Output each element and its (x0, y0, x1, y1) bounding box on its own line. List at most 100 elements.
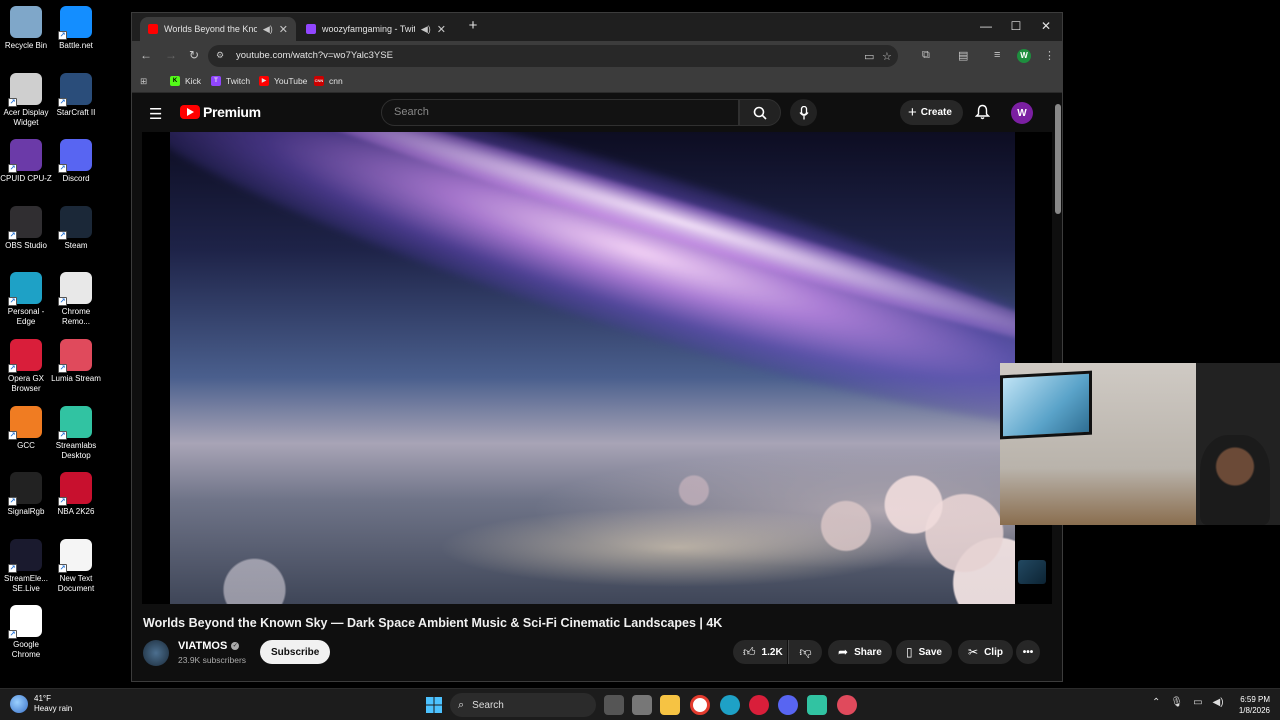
lumia-taskbar-icon[interactable] (837, 695, 857, 715)
scrollbar-thumb[interactable] (1055, 104, 1061, 214)
like-button[interactable]: 👍︎ 1.2K (733, 640, 787, 664)
weather-widget[interactable]: 41°F Heavy rain (10, 694, 72, 714)
desktop-icon[interactable]: ↗ Opera GX Browser (0, 339, 52, 394)
bookmark-twitch[interactable]: T Twitch (211, 76, 250, 86)
speaker-icon[interactable]: ◀) (263, 24, 273, 35)
bookmark-youtube[interactable]: ▶ YouTube (259, 76, 307, 86)
create-button[interactable]: + Create (900, 100, 963, 125)
desktop-icon[interactable]: ↗ New Text Document (50, 538, 102, 594)
desktop-icon[interactable]: ↗ OBS Studio (0, 205, 52, 251)
back-button[interactable]: ← (138, 48, 154, 62)
maximize-button[interactable]: ☐ (1001, 19, 1031, 33)
minimize-button[interactable]: — (971, 19, 1001, 33)
close-tab-icon[interactable]: ✕ (437, 23, 446, 36)
gcc-icon: ↗ (8, 405, 42, 440)
more-actions-button[interactable]: ••• (1016, 640, 1040, 664)
desktop-icon-label: Chrome Remo... (61, 307, 91, 327)
subscribe-button[interactable]: Subscribe (260, 640, 331, 664)
scissors-icon: ✂ (968, 645, 979, 659)
desktop-icon[interactable]: ↗ CPUID CPU-Z (0, 139, 52, 184)
desktop-icon[interactable]: ↗ Chrome Remo... (50, 272, 102, 327)
tab-youtube[interactable]: Worlds Beyond the Known ◀) ✕ (140, 17, 296, 41)
search-box[interactable] (381, 99, 739, 126)
media-control-icon[interactable]: ≡ (994, 49, 1000, 61)
widgets-icon[interactable] (632, 695, 652, 715)
shortcut-arrow-icon: ↗ (58, 31, 67, 40)
clock[interactable]: 6:59 PM 1/8/2026 (1228, 694, 1270, 716)
dislike-button[interactable]: 👎︎ (788, 640, 822, 664)
desktop-icon[interactable]: ↗ Battle.net (50, 6, 102, 51)
desktop-icon[interactable]: ↗ SignalRgb (0, 472, 52, 517)
desktop-icon[interactable]: ↗ StarCraft II (50, 72, 102, 118)
new-tab-button[interactable]: + (458, 17, 488, 34)
channel-watermark[interactable] (1018, 560, 1046, 584)
desktop-icon[interactable]: Recycle Bin (0, 6, 52, 51)
chrome-taskbar-icon[interactable] (690, 695, 710, 715)
desktop-icon[interactable]: ↗ NBA 2K26 (50, 472, 102, 517)
site-info-icon[interactable]: ⚙ (216, 50, 224, 61)
streamlabs-taskbar-icon[interactable] (807, 695, 827, 715)
extensions-icon[interactable]: ⧉ (922, 49, 930, 62)
share-label: Share (854, 646, 882, 658)
menu-kebab-icon[interactable]: ⋮ (1044, 49, 1055, 62)
apps-grid-icon[interactable]: ⊞ (140, 76, 147, 87)
tray-chevron-icon[interactable]: ⌃ (1152, 697, 1160, 708)
share-button[interactable]: ➦ Share (828, 640, 892, 664)
speaker-icon[interactable]: ◀) (421, 24, 431, 35)
hamburger-menu-icon[interactable]: ☰ (149, 105, 162, 123)
start-button[interactable] (424, 695, 444, 715)
bookmark-cnn[interactable]: CNN cnn (314, 76, 343, 86)
bookmark-kick[interactable]: K Kick (170, 76, 201, 86)
video-player[interactable] (142, 132, 1052, 604)
profile-avatar[interactable]: W (1017, 49, 1031, 63)
shortcut-arrow-icon: ↗ (58, 230, 67, 240)
discord-icon: ↗ (58, 139, 92, 174)
desktop-icon[interactable]: ↗ Discord (50, 139, 102, 184)
network-icon[interactable]: ▭ (1193, 697, 1202, 708)
file-explorer-icon[interactable] (660, 695, 680, 715)
desktop-icon[interactable]: ↗ Streamlabs Desktop (50, 405, 102, 461)
lumia-icon: ↗ (58, 339, 92, 373)
notifications-button[interactable] (974, 104, 991, 125)
volume-icon[interactable]: ◀) (1213, 697, 1224, 708)
shortcut-arrow-icon: ↗ (8, 164, 17, 174)
cast-icon[interactable]: ▭ (864, 50, 874, 63)
account-avatar[interactable]: W (1011, 102, 1033, 124)
shortcut-arrow-icon: ↗ (58, 563, 67, 573)
channel-name[interactable]: VIATMOS ✓ (178, 640, 240, 652)
subscriber-count: 23.9K subscribers (178, 655, 247, 665)
address-bar[interactable]: ⚙ youtube.com/watch?v=wo7Yalc3YSE ▭ ☆ (208, 45, 898, 67)
desktop-icon[interactable]: ↗ Acer Display Widget (0, 72, 52, 128)
bookmark-label: cnn (329, 76, 343, 86)
task-view-icon[interactable] (604, 695, 624, 715)
channel-avatar[interactable] (143, 640, 169, 666)
desktop-icon[interactable]: ↗ Steam (50, 205, 102, 251)
desktop-icon[interactable]: ↗ Personal - Edge (0, 272, 52, 327)
desktop-icon[interactable]: ↗ Lumia Stream (50, 339, 102, 384)
forward-button[interactable]: → (163, 48, 179, 62)
video-frame[interactable] (170, 132, 1015, 604)
edge-taskbar-icon[interactable] (720, 695, 740, 715)
search-input[interactable] (382, 100, 738, 124)
desktop-icon[interactable]: ↗ Google Chrome (0, 605, 52, 660)
save-button[interactable]: ▯ Save (896, 640, 952, 664)
youtube-logo[interactable]: Premium (180, 104, 261, 120)
desktop-icon-label: Steam (64, 240, 88, 250)
taskbar-search[interactable]: ⌕ Search (450, 693, 596, 717)
clip-button[interactable]: ✂ Clip (958, 640, 1013, 664)
shortcut-arrow-icon: ↗ (8, 430, 17, 440)
reload-button[interactable]: ↻ (186, 48, 202, 62)
acer-display-icon: ↗ (8, 72, 42, 107)
tab-twitch[interactable]: woozyfamgaming - Twitch ◀) ✕ (298, 17, 454, 41)
close-window-button[interactable]: ✕ (1031, 19, 1061, 33)
desktop-icon[interactable]: ↗ GCC (0, 405, 52, 451)
search-button[interactable] (739, 99, 781, 126)
opera-gx-taskbar-icon[interactable] (749, 695, 769, 715)
voice-search-button[interactable] (790, 99, 817, 126)
desktop-icon[interactable]: ↗ StreamEle... SE.Live (0, 538, 52, 594)
reading-list-icon[interactable]: ▤ (958, 49, 968, 62)
bookmark-star-icon[interactable]: ☆ (882, 50, 892, 63)
microphone-tray-icon[interactable]: 🎙︎ (1170, 697, 1183, 708)
close-tab-icon[interactable]: ✕ (279, 23, 288, 36)
discord-taskbar-icon[interactable] (778, 695, 798, 715)
